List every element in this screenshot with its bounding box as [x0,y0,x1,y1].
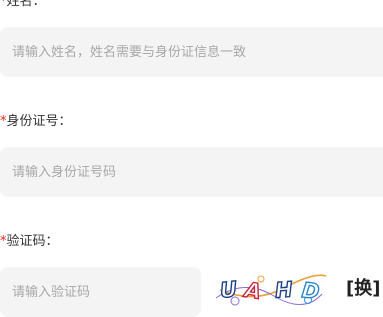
captcha-char-1: U [219,277,238,303]
captcha-input[interactable] [12,284,201,300]
name-label-text: 姓名： [6,0,46,9]
name-label: *姓名： [0,0,46,10]
id-number-input[interactable] [12,164,383,180]
captcha-field[interactable] [0,267,201,317]
captcha-char-2: A [241,278,262,304]
name-field[interactable] [0,27,383,77]
captcha-char-3: H [274,277,294,302]
id-number-label: *身份证号： [0,114,72,130]
captcha-refresh-link[interactable]: [换] [346,278,380,300]
captcha-label: *验证码： [0,234,59,250]
captcha-char-4: D [301,278,321,304]
id-number-field[interactable] [0,147,383,197]
captcha-image[interactable]: U A H D [214,270,328,308]
captcha-label-text: 验证码： [6,234,59,249]
id-number-label-text: 身份证号： [6,114,72,129]
name-input[interactable] [12,44,383,60]
